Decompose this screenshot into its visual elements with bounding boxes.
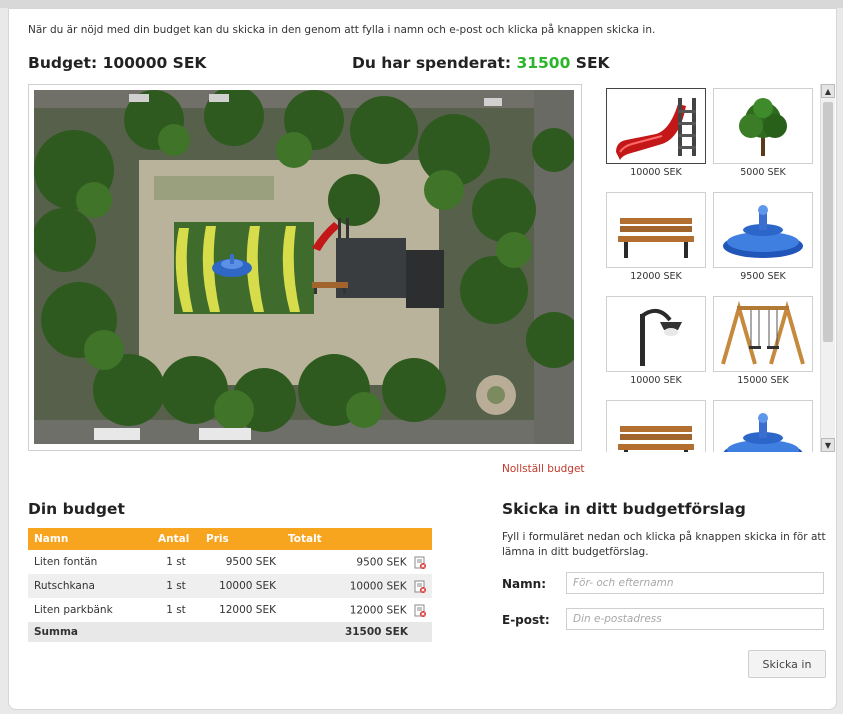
catalog-item-fountain-2[interactable]: [713, 400, 813, 452]
spent-label: Du har spenderat:: [352, 54, 512, 72]
spent-unit: SEK: [575, 54, 610, 72]
catalog-item-bench[interactable]: 12000 SEK: [606, 192, 706, 282]
bench-icon: [606, 192, 706, 268]
delete-icon[interactable]: [414, 604, 426, 617]
row-name: Liten fontän: [34, 556, 98, 568]
slide-icon: [606, 88, 706, 164]
row-total-cell: 12000 SEK: [282, 598, 432, 622]
table-row: Liten fontän 1 st 9500 SEK 9500 SEK: [28, 550, 432, 574]
budget-value: 100000 SEK: [102, 54, 207, 72]
row-price: 9500 SEK: [225, 556, 276, 568]
delete-icon[interactable]: [414, 556, 426, 569]
catalog-price: 10000 SEK: [630, 167, 682, 178]
catalog-scrollbar[interactable]: ▲ ▼: [820, 84, 835, 452]
park-map-frame: [28, 84, 582, 451]
row-name: Rutschkana: [28, 574, 152, 598]
form-description: Fyll i formuläret nedan och klicka på kn…: [502, 531, 826, 558]
item-catalog: 10000 SEK 5000 SEK 12000 SEK 9500 SEK 10…: [600, 84, 822, 452]
fountain-icon: [713, 192, 813, 268]
intro-text: När du är nöjd med din budget kan du ski…: [28, 24, 656, 36]
catalog-item-bench-2[interactable]: [606, 400, 706, 452]
row-total: 10000 SEK: [349, 580, 407, 592]
budget-table-header: Namn Antal Pris Totalt: [28, 528, 432, 550]
catalog-price: 10000 SEK: [630, 375, 682, 386]
row-total: 9500 SEK: [356, 556, 407, 568]
name-label: Namn:: [502, 577, 546, 591]
budget-label: Budget:: [28, 54, 98, 72]
submit-section-title: Skicka in ditt budgetförslag: [502, 500, 746, 518]
name-field[interactable]: [566, 572, 824, 594]
lamp-icon: [606, 296, 706, 372]
scroll-thumb[interactable]: [823, 102, 833, 342]
sum-value: 31500 SEK: [282, 622, 432, 642]
row-qty: 1 st: [152, 574, 200, 598]
top-strip: [0, 0, 843, 8]
email-label: E-post:: [502, 613, 550, 627]
budget-section-title: Din budget: [28, 500, 125, 518]
submit-button[interactable]: Skicka in: [748, 650, 826, 678]
catalog-price: 5000 SEK: [740, 167, 786, 178]
catalog-price: 12000 SEK: [630, 271, 682, 282]
catalog-item-slide[interactable]: 10000 SEK: [606, 88, 706, 178]
catalog-price: 15000 SEK: [737, 375, 789, 386]
row-total: 12000 SEK: [349, 604, 407, 616]
catalog-item-swing[interactable]: 15000 SEK: [713, 296, 813, 386]
row-price: 12000 SEK: [219, 604, 276, 616]
row-qty: 1 st: [166, 556, 186, 568]
sum-row: Summa 31500 SEK: [28, 622, 432, 642]
bench-icon: [606, 400, 706, 452]
fountain-icon: [713, 400, 813, 452]
swing-icon: [713, 296, 813, 372]
table-row: Rutschkana 1 st 10000 SEK 10000 SEK: [28, 574, 432, 598]
row-price: 10000 SEK: [200, 574, 282, 598]
catalog-item-tree[interactable]: 5000 SEK: [713, 88, 813, 178]
sum-label: Summa: [28, 622, 152, 642]
email-field[interactable]: [566, 608, 824, 630]
park-map[interactable]: [34, 90, 574, 444]
budget-table: Namn Antal Pris Totalt Liten fontän 1 st…: [28, 528, 432, 642]
catalog-item-fountain[interactable]: 9500 SEK: [713, 192, 813, 282]
tree-icon: [713, 88, 813, 164]
budget-total: Budget: 100000 SEK: [28, 54, 206, 72]
spent-total: Du har spenderat: 31500 SEK: [352, 54, 610, 72]
delete-icon[interactable]: [414, 580, 426, 593]
catalog-item-lamp[interactable]: 10000 SEK: [606, 296, 706, 386]
spent-value: 31500: [516, 54, 571, 72]
row-total-cell: 10000 SEK: [282, 574, 432, 598]
table-row: Liten parkbänk 1 st 12000 SEK 12000 SEK: [28, 598, 432, 622]
scroll-up-arrow-icon[interactable]: ▲: [821, 84, 835, 98]
col-total: Totalt: [282, 528, 432, 550]
row-total-cell: 9500 SEK: [282, 550, 432, 574]
col-name: Namn: [28, 528, 152, 550]
reset-budget-link[interactable]: Nollställ budget: [502, 463, 585, 475]
catalog-price: 9500 SEK: [740, 271, 786, 282]
row-name: Liten parkbänk: [34, 604, 113, 616]
col-price: Pris: [200, 528, 282, 550]
col-qty: Antal: [152, 528, 200, 550]
row-qty: 1 st: [166, 604, 186, 616]
scroll-down-arrow-icon[interactable]: ▼: [821, 438, 835, 452]
